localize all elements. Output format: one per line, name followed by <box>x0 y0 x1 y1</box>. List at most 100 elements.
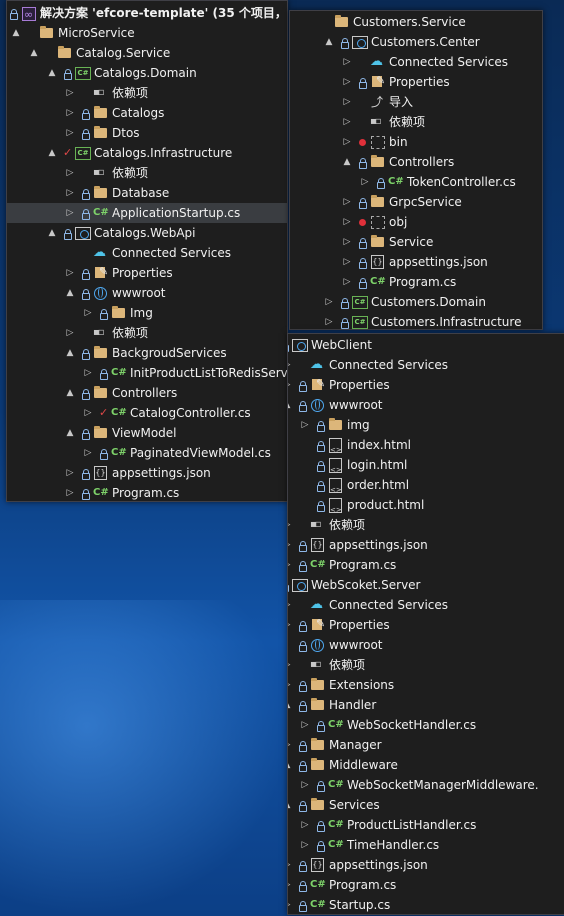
expand-arrow-icon[interactable]: ▷ <box>288 735 292 755</box>
tree-item[interactable]: ▷ Img <box>7 303 287 323</box>
tree-item[interactable]: ▷ TimeHandler.cs <box>288 835 564 855</box>
tree-item[interactable]: ▲ Catalog.Service <box>7 43 287 63</box>
tree-item[interactable]: Customers.Service <box>290 12 542 32</box>
tree-item[interactable]: ▲ Controllers <box>290 152 542 172</box>
tree-item[interactable]: ▲ ViewModel <box>7 423 287 443</box>
collapse-arrow-icon[interactable]: ▲ <box>288 395 292 415</box>
tree-item[interactable]: ▷ Database <box>7 183 287 203</box>
tree-item[interactable]: ▷ appsettings.json <box>290 252 542 272</box>
tree-item[interactable]: ▷ Program.cs <box>288 875 564 895</box>
tree-item[interactable]: ▷ 依赖项 <box>290 112 542 132</box>
expand-arrow-icon[interactable]: ▷ <box>65 83 75 103</box>
expand-arrow-icon[interactable]: ▷ <box>65 183 75 203</box>
tree-item[interactable]: Connected Services <box>7 243 287 263</box>
expand-arrow-icon[interactable]: ▷ <box>300 715 310 735</box>
tree-item[interactable]: ▷ Catalogs <box>7 103 287 123</box>
expand-arrow-icon[interactable]: ▷ <box>288 355 292 375</box>
tree-item[interactable]: ▷ Customers.Infrastructure <box>290 312 542 329</box>
tree-item[interactable]: ▷ obj <box>290 212 542 232</box>
tree-item[interactable]: ▷ WebSocketHandler.cs <box>288 715 564 735</box>
expand-arrow-icon[interactable]: ▷ <box>342 112 352 132</box>
tree-item[interactable]: product.html <box>288 495 564 520</box>
tree-item[interactable]: ▷ Program.cs <box>290 272 542 292</box>
expand-arrow-icon[interactable]: ▷ <box>288 515 292 535</box>
collapse-arrow-icon[interactable]: ▲ <box>342 152 352 172</box>
tree-item[interactable]: ▷ Program.cs <box>288 555 564 575</box>
tree-item[interactable]: ▷ Properties <box>288 374 564 395</box>
tree-item[interactable]: ▷ ApplicationStartup.cs <box>7 203 287 223</box>
expand-arrow-icon[interactable]: ▷ <box>288 375 292 395</box>
tree-item[interactable]: ▷ Dtos <box>7 123 287 143</box>
expand-arrow-icon[interactable]: ▷ <box>65 163 75 183</box>
tree-item[interactable]: ▷ Properties <box>290 71 542 92</box>
tree-item[interactable]: ▷ Connected Services <box>288 595 564 615</box>
expand-arrow-icon[interactable]: ▷ <box>342 192 352 212</box>
collapse-arrow-icon[interactable]: ▲ <box>288 695 292 715</box>
tree-item[interactable]: ▷ Service <box>290 232 542 252</box>
tree-item[interactable]: ▷ appsettings.json <box>7 463 287 483</box>
expand-arrow-icon[interactable]: ▷ <box>288 535 292 555</box>
expand-arrow-icon[interactable]: ▷ <box>83 363 93 383</box>
tree-item[interactable]: ▲WebScoket.Server <box>288 575 564 595</box>
expand-arrow-icon[interactable]: ▷ <box>288 655 292 675</box>
tree-item[interactable]: ▷ Program.cs <box>7 483 287 501</box>
expand-arrow-icon[interactable]: ▷ <box>324 292 334 312</box>
tree-item[interactable]: ▷ bin <box>290 132 542 152</box>
expand-arrow-icon[interactable]: ▷ <box>83 403 93 423</box>
tree-item[interactable]: ▷ appsettings.json <box>288 855 564 875</box>
collapse-arrow-icon[interactable]: ▲ <box>324 32 334 52</box>
expand-arrow-icon[interactable]: ▷ <box>300 815 310 835</box>
tree-item[interactable]: ▷ Connected Services <box>290 52 542 72</box>
tree-item[interactable]: ▲ Catalogs.Domain <box>7 63 287 83</box>
tree-item[interactable]: ▷ Properties <box>7 262 287 283</box>
tree-item[interactable]: wwwroot <box>288 635 564 655</box>
tree-item[interactable]: ▷ 依赖项 <box>288 655 564 675</box>
collapse-arrow-icon[interactable]: ▲ <box>65 383 75 403</box>
expand-arrow-icon[interactable]: ▷ <box>300 775 310 795</box>
expand-arrow-icon[interactable]: ▷ <box>342 272 352 292</box>
expand-arrow-icon[interactable]: ▷ <box>342 72 352 92</box>
expand-arrow-icon[interactable]: ▷ <box>65 103 75 123</box>
collapse-arrow-icon[interactable]: ▲ <box>29 43 39 63</box>
tree-item[interactable]: ▷ Properties <box>288 614 564 635</box>
collapse-arrow-icon[interactable]: ▲ <box>11 23 21 43</box>
expand-arrow-icon[interactable]: ▷ <box>65 483 75 501</box>
collapse-arrow-icon[interactable]: ▲ <box>47 63 57 83</box>
expand-arrow-icon[interactable]: ▷ <box>83 443 93 463</box>
tree-item[interactable]: ▷ 依赖项 <box>7 163 287 183</box>
collapse-arrow-icon[interactable]: ▲ <box>47 223 57 243</box>
expand-arrow-icon[interactable]: ▷ <box>342 92 352 112</box>
expand-arrow-icon[interactable]: ▷ <box>288 555 292 575</box>
tree-item[interactable]: ▷ img <box>288 415 564 435</box>
tree-item[interactable]: ▲ Handler <box>288 695 564 715</box>
tree-item[interactable]: ▷ 导入 <box>290 92 542 112</box>
expand-arrow-icon[interactable]: ▷ <box>65 123 75 143</box>
tree-item[interactable]: ▲ MicroService <box>7 23 287 43</box>
tree-item[interactable]: ▷ 依赖项 <box>7 323 287 343</box>
tree-item[interactable]: 解决方案 'efcore-template' (35 个项目，共 <box>7 3 287 25</box>
expand-arrow-icon[interactable]: ▷ <box>288 595 292 615</box>
tree-item[interactable]: ▷ appsettings.json <box>288 535 564 555</box>
expand-arrow-icon[interactable]: ▷ <box>65 323 75 343</box>
expand-arrow-icon[interactable]: ▷ <box>83 303 93 323</box>
tree-item[interactable]: ✓ ▲ Catalogs.Infrastructure <box>7 143 287 163</box>
tree-item[interactable]: ▷ ProductListHandler.cs <box>288 815 564 835</box>
expand-arrow-icon[interactable]: ▷ <box>65 203 75 223</box>
tree-item[interactable]: ▷ WebSocketManagerMiddleware. <box>288 775 564 795</box>
expand-arrow-icon[interactable]: ▷ <box>342 52 352 72</box>
tree-item[interactable]: ▷ 依赖项 <box>288 515 564 535</box>
collapse-arrow-icon[interactable]: ▲ <box>288 755 292 775</box>
tree-item[interactable]: ▲ Customers.Center <box>290 32 542 52</box>
tree-item[interactable]: ▲ wwwroot <box>7 283 287 303</box>
expand-arrow-icon[interactable]: ▷ <box>342 212 352 232</box>
tree-item[interactable]: ▲ BackgroudServices <box>7 343 287 363</box>
expand-arrow-icon[interactable]: ▷ <box>288 615 292 635</box>
expand-arrow-icon[interactable]: ▷ <box>300 835 310 855</box>
tree-item[interactable]: ▷ InitProductListToRedisServ <box>7 363 287 383</box>
tree-item[interactable]: ▷ PaginatedViewModel.cs <box>7 443 287 463</box>
expand-arrow-icon[interactable]: ▷ <box>342 132 352 152</box>
tree-item[interactable]: ▷ Connected Services <box>288 355 564 375</box>
collapse-arrow-icon[interactable]: ▲ <box>65 423 75 443</box>
collapse-arrow-icon[interactable]: ▲ <box>47 143 57 163</box>
collapse-arrow-icon[interactable]: ▲ <box>288 795 292 815</box>
